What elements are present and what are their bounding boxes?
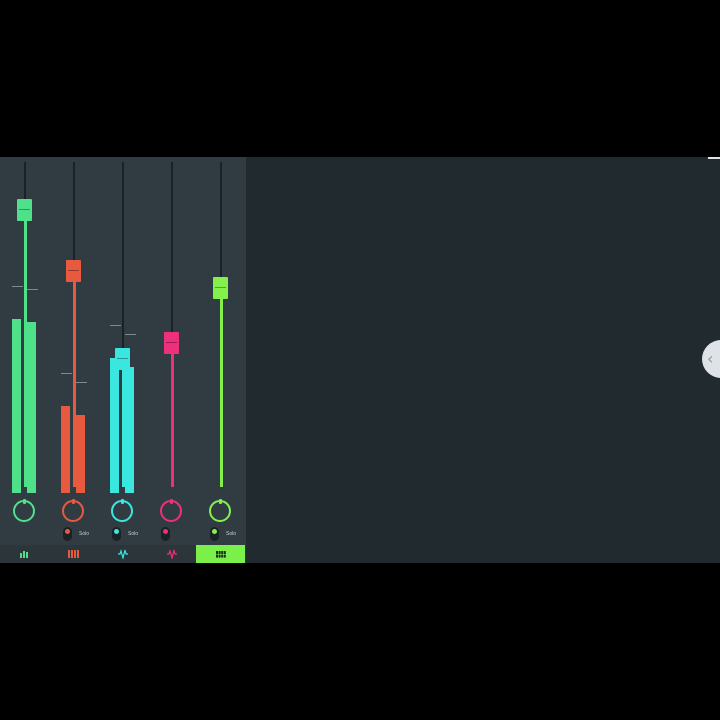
channel-strip-5: Solo [196,157,245,545]
bars-icon [19,550,30,558]
toggle-led [212,529,217,534]
peak-marker [61,373,72,374]
corner-indicator [708,157,720,159]
tab-grid[interactable] [196,545,245,563]
channel-strip-2: Solo [49,157,98,545]
channel-strip-4 [147,157,196,545]
piano-keys-icon [68,550,79,558]
knob-indicator [121,499,124,504]
pan-knob[interactable] [13,499,35,522]
app-screen: Solo Solo Solo ‹ [0,157,720,563]
tab-mixer[interactable] [0,545,49,563]
fader-fill [170,342,174,487]
solo-button[interactable]: Solo [128,531,138,537]
peak-marker [76,382,87,383]
pan-knob[interactable] [111,499,133,522]
channel-strip-3: Solo [98,157,147,545]
level-meter-right [76,415,85,493]
fader-fill [219,287,223,487]
pan-knob[interactable] [160,499,182,522]
peak-marker [12,286,23,287]
peak-marker [125,334,136,335]
channel-strip-1 [0,157,49,545]
knob-indicator [219,499,222,504]
knob-indicator [23,499,26,504]
waveform-icon [166,549,177,559]
knob-indicator [72,499,75,504]
toggle-led [163,529,168,534]
level-meter-left [12,319,21,493]
tab-sampler[interactable] [147,545,196,563]
volume-fader-handle[interactable] [17,198,32,221]
level-meter-right [27,322,36,493]
tab-piano[interactable] [49,545,98,563]
waveform-icon [117,549,128,559]
volume-fader-handle[interactable] [115,348,130,370]
knob-indicator [170,499,173,504]
mixer-panel: Solo Solo Solo [0,157,246,563]
mute-toggle[interactable] [63,527,72,541]
level-meter-left [110,358,119,493]
volume-fader-handle[interactable] [213,276,228,299]
mute-toggle[interactable] [161,527,170,541]
peak-marker [27,289,38,290]
volume-fader-handle[interactable] [164,331,179,354]
solo-button[interactable]: Solo [226,531,236,537]
mute-toggle[interactable] [112,527,121,541]
workspace-area [246,157,720,563]
tab-audio[interactable] [98,545,147,563]
pan-knob[interactable] [62,499,84,522]
grid-icon [215,550,226,558]
peak-marker [110,325,121,326]
toggle-led [114,529,119,534]
mute-toggle[interactable] [210,527,219,541]
chevron-left-icon: ‹ [707,349,714,368]
solo-button[interactable]: Solo [79,531,89,537]
fader-fill [121,359,125,487]
fader-fill [72,271,76,487]
instrument-tab-bar [0,545,246,563]
toggle-led [65,529,70,534]
level-meter-right [125,367,134,493]
volume-fader-handle[interactable] [66,260,81,283]
level-meter-left [61,406,70,493]
fader-fill [23,209,27,487]
pan-knob[interactable] [209,499,231,522]
